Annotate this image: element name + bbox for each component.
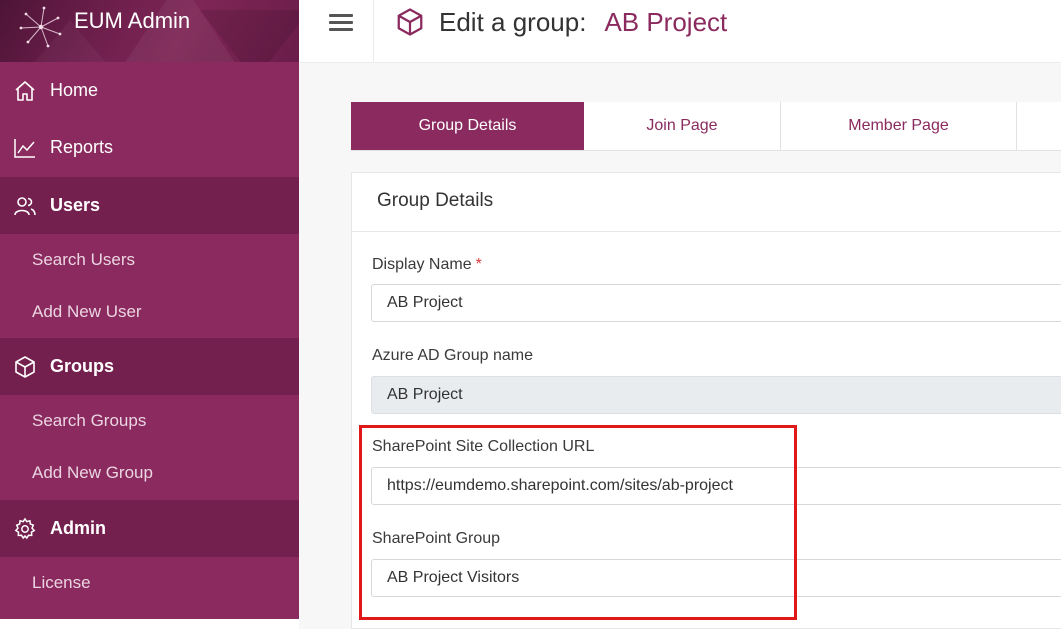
sidebar-item-label: Add New User — [32, 302, 142, 321]
sidebar-item-label: Users — [50, 195, 101, 215]
gear-icon — [12, 516, 38, 542]
site-url-input[interactable] — [371, 467, 1061, 505]
page-title-group-name: AB Project — [604, 6, 728, 37]
sidebar: EUM Admin Home Reports Users Search User… — [0, 0, 299, 619]
sidebar-item-admin[interactable]: Admin — [0, 500, 299, 557]
sharepoint-group-label: SharePoint Group — [372, 530, 501, 547]
tab-group-details[interactable]: Group Details — [351, 102, 584, 150]
menu-toggle-icon[interactable] — [329, 10, 353, 36]
page-title: Edit a group: AB Project — [395, 2, 727, 42]
azure-group-label: Azure AD Group name — [372, 347, 533, 364]
sidebar-item-label: Home — [50, 80, 99, 100]
display-name-label-text: Display Name — [372, 256, 472, 273]
sidebar-item-groups[interactable]: Groups — [0, 338, 299, 395]
users-icon — [12, 193, 38, 219]
tab-bar: Group Details Join Page Member Page — [351, 102, 1061, 151]
sidebar-item-label: Search Groups — [32, 411, 147, 430]
sidebar-item-label: Groups — [50, 356, 115, 376]
card-title: Group Details — [377, 190, 494, 211]
sidebar-item-label: Add New Group — [32, 463, 153, 482]
sidebar-item-add-new-user[interactable]: Add New User — [0, 286, 299, 338]
sidebar-item-license[interactable]: License — [0, 557, 299, 609]
card-header: Group Details — [352, 173, 1061, 232]
sidebar-item-label: License — [32, 573, 91, 592]
page-title-prefix: Edit a group: — [439, 6, 587, 37]
sidebar-item-home[interactable]: Home — [0, 62, 299, 119]
site-url-label: SharePoint Site Collection URL — [372, 438, 595, 455]
sidebar-item-label: Reports — [50, 137, 114, 157]
sidebar-item-label: Search Users — [32, 250, 135, 269]
brand-title: EUM Admin — [74, 8, 191, 33]
sidebar-item-users[interactable]: Users — [0, 177, 299, 234]
tab-member-page[interactable]: Member Page — [781, 102, 1017, 150]
azure-group-input — [371, 376, 1061, 414]
brand-header: EUM Admin — [0, 0, 299, 62]
home-icon — [12, 78, 38, 104]
sidebar-item-add-new-group[interactable]: Add New Group — [0, 447, 299, 499]
chart-line-icon — [12, 135, 38, 161]
tab-join-page[interactable]: Join Page — [584, 102, 781, 150]
cube-icon — [395, 6, 427, 38]
sharepoint-group-input[interactable] — [371, 559, 1061, 597]
sidebar-item-label: Admin — [50, 518, 106, 538]
display-name-input[interactable] — [371, 284, 1061, 322]
sidebar-item-search-groups[interactable]: Search Groups — [0, 395, 299, 447]
sidebar-item-search-users[interactable]: Search Users — [0, 234, 299, 286]
top-bar: Edit a group: AB Project — [299, 0, 1061, 63]
required-mark: * — [475, 256, 482, 273]
display-name-label: Display Name * — [372, 256, 482, 274]
cube-icon — [12, 354, 38, 380]
sidebar-item-reports[interactable]: Reports — [0, 119, 299, 176]
logo-icon — [19, 6, 62, 48]
